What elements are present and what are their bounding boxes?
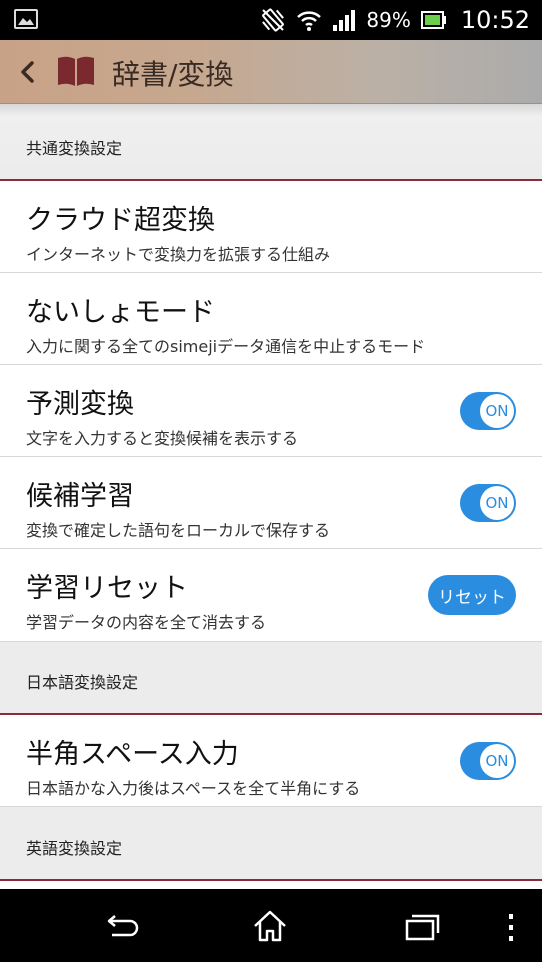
list-item-partial[interactable] [0,879,542,889]
battery-icon [420,11,446,29]
setting-title: 学習リセット [26,573,188,604]
settings-list[interactable]: 共通変換設定 クラウド超変換 インターネットで変換力を拡張する仕組み ないしょモ… [0,104,542,889]
section-label: 日本語変換設定 [26,673,139,692]
setting-subtitle: 日本語かな入力後はスペースを全て半角にする [26,779,361,798]
setting-candidate-learning[interactable]: 候補学習 変換で確定した語句をローカルで保存する ON [0,457,542,549]
setting-cloud-conversion[interactable]: クラウド超変換 インターネットで変換力を拡張する仕組み [0,181,542,273]
reset-button[interactable]: リセット [428,575,516,615]
setting-learning-reset[interactable]: 学習リセット 学習データの内容を全て消去する リセット [0,549,542,641]
setting-title: クラウド超変換 [26,205,215,236]
recents-icon[interactable] [404,913,440,941]
app-bar: 辞書/変換 [0,40,542,104]
navigation-bar [0,889,542,962]
section-label: 共通変換設定 [26,139,123,158]
home-icon[interactable] [252,909,288,943]
back-icon[interactable] [14,56,42,88]
section-header-common: 共通変換設定 [0,104,542,181]
back-nav-icon[interactable] [104,913,140,941]
setting-halfwidth-space[interactable]: 半角スペース入力 日本語かな入力後はスペースを全て半角にする ON [0,715,542,807]
toggle-knob: ON [480,394,514,428]
setting-title: 予測変換 [26,389,134,420]
signal-icon [333,10,356,31]
setting-prediction[interactable]: 予測変換 文字を入力すると変換候補を表示する ON [0,365,542,457]
setting-subtitle: インターネットで変換力を拡張する仕組み [26,245,331,264]
book-icon [58,56,94,86]
setting-title: 候補学習 [26,481,134,512]
gallery-icon [14,9,38,29]
halfwidth-space-toggle[interactable]: ON [460,742,516,780]
vibrate-icon [262,8,285,32]
setting-subtitle: 学習データの内容を全て消去する [26,613,267,632]
setting-subtitle: 文字を入力すると変換候補を表示する [26,429,299,448]
status-bar: 89% 10:52 [0,0,542,40]
prediction-toggle[interactable]: ON [460,392,516,430]
clock: 10:52 [460,6,530,34]
setting-title: ないしょモード [26,297,215,328]
toggle-knob: ON [480,486,514,520]
wifi-icon [297,11,322,31]
section-header-english: 英語変換設定 [0,807,542,879]
setting-subtitle: 変換で確定した語句をローカルで保存する [26,521,331,540]
setting-title: 半角スペース入力 [26,739,239,770]
section-label: 英語変換設定 [26,839,123,858]
page-title: 辞書/変換 [112,58,234,91]
learning-toggle[interactable]: ON [460,484,516,522]
setting-secret-mode[interactable]: ないしょモード 入力に関する全てのsimejiデータ通信を中止するモード [0,273,542,365]
section-header-japanese: 日本語変換設定 [0,641,542,715]
battery-percent: 89% [366,8,411,32]
overflow-menu-icon[interactable] [506,913,516,943]
setting-subtitle: 入力に関する全てのsimejiデータ通信を中止するモード [26,337,426,356]
toggle-knob: ON [480,744,514,778]
